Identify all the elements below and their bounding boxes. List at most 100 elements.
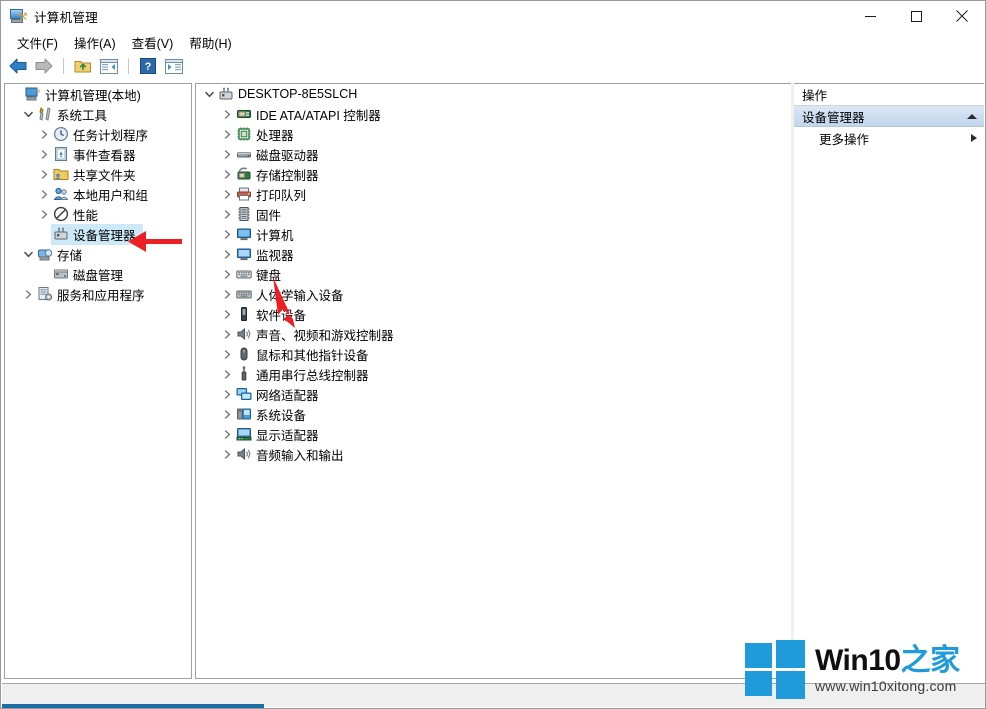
menu-bar: 文件(F) 操作(A) 查看(V) 帮助(H) [1, 31, 985, 53]
chevron-up-icon[interactable] [967, 113, 977, 119]
mouse-icon [235, 346, 253, 362]
actions-more-actions[interactable]: 更多操作 [794, 127, 984, 149]
device-category-usb-controller[interactable]: 通用串行总线控制器 [196, 364, 791, 384]
tree-item-event-viewer[interactable]: 事件查看器 [5, 144, 191, 164]
device-category-storage-controller[interactable]: 存储控制器 [196, 164, 791, 184]
computer-management-icon: ⚒ [10, 8, 28, 24]
chevron-right-icon[interactable] [220, 344, 235, 364]
device-category-mouse[interactable]: 鼠标和其他指针设备 [196, 344, 791, 364]
back-button[interactable] [6, 55, 30, 77]
tree-item-shared-folders[interactable]: 共享文件夹 [5, 164, 191, 184]
chevron-right-icon[interactable] [220, 184, 235, 204]
computer-management-icon [24, 86, 42, 102]
sound-video-game-icon [235, 326, 253, 342]
device-manager-pane[interactable]: DESKTOP-8E5SLCH IDE ATA/ATAPI 控制器 处理器 磁盘驱动器… [195, 83, 791, 679]
chevron-right-icon[interactable] [21, 284, 36, 304]
chevron-right-icon[interactable] [220, 124, 235, 144]
chevron-down-icon[interactable] [202, 84, 217, 104]
chevron-right-icon[interactable] [220, 444, 235, 464]
device-category-processor[interactable]: 处理器 [196, 124, 791, 144]
chevron-right-icon[interactable] [220, 204, 235, 224]
device-category-ide-controller[interactable]: IDE ATA/ATAPI 控制器 [196, 104, 791, 124]
device-category-software-device[interactable]: 软件设备 [196, 304, 791, 324]
chevron-right-icon[interactable] [37, 164, 52, 184]
disk-management-icon [52, 266, 70, 282]
more-actions-label: 更多操作 [819, 132, 870, 147]
local-users-groups-icon [52, 186, 70, 202]
tree-item-device-manager[interactable]: 设备管理器 [5, 223, 191, 245]
chevron-down-icon[interactable] [21, 104, 36, 124]
device-category-computer[interactable]: 计算机 [196, 224, 791, 244]
computer-node-icon [217, 86, 235, 102]
up-folder-button[interactable] [71, 55, 95, 77]
tree-item-system-tools[interactable]: 系统工具 [5, 104, 191, 124]
chevron-right-icon[interactable] [220, 284, 235, 304]
device-category-label: 软件设备 [256, 308, 307, 323]
device-category-sound-video-game[interactable]: 声音、视频和游戏控制器 [196, 324, 791, 344]
tree-item-local-users-groups[interactable]: 本地用户和组 [5, 184, 191, 204]
chevron-right-icon[interactable] [220, 264, 235, 284]
forward-arrow-icon [35, 58, 53, 74]
watermark-url: www.win10xitong.com [815, 677, 957, 694]
menu-view[interactable]: 查看(V) [124, 31, 182, 54]
computer-icon [235, 226, 253, 242]
chevron-right-icon[interactable] [971, 134, 977, 142]
device-category-audio-io[interactable]: 音频输入和输出 [196, 444, 791, 464]
chevron-right-icon[interactable] [220, 304, 235, 324]
window-controls [847, 1, 985, 31]
device-category-monitor[interactable]: 监视器 [196, 244, 791, 264]
show-pane-button[interactable] [97, 55, 121, 77]
chevron-right-icon[interactable] [220, 104, 235, 124]
tree-item-task-scheduler[interactable]: 任务计划程序 [5, 124, 191, 144]
menu-file[interactable]: 文件(F) [9, 31, 66, 54]
chevron-right-icon[interactable] [220, 384, 235, 404]
actions-header: 操作 [794, 84, 984, 106]
chevron-right-icon[interactable] [220, 144, 235, 164]
device-tree-root[interactable]: DESKTOP-8E5SLCH [196, 84, 791, 104]
maximize-button[interactable] [893, 1, 939, 31]
tree-item-storage[interactable]: 存储 [5, 244, 191, 264]
device-category-network-adapter[interactable]: 网络适配器 [196, 384, 791, 404]
minimize-button[interactable] [847, 1, 893, 31]
display-adapter-icon [235, 426, 253, 442]
chevron-right-icon[interactable] [37, 144, 52, 164]
actions-section-device-manager[interactable]: 设备管理器 [794, 106, 984, 127]
device-category-label: 固件 [256, 208, 282, 223]
chevron-down-icon[interactable] [21, 244, 36, 264]
close-button[interactable] [939, 1, 985, 31]
forward-button[interactable] [32, 55, 56, 77]
chevron-right-icon[interactable] [220, 244, 235, 264]
device-category-display-adapter[interactable]: 显示适配器 [196, 424, 791, 444]
device-category-disk-drive[interactable]: 磁盘驱动器 [196, 144, 791, 164]
chevron-right-icon[interactable] [37, 204, 52, 224]
device-category-firmware[interactable]: 固件 [196, 204, 791, 224]
tree-item-label: 计算机管理(本地) [45, 88, 141, 103]
console-tree-pane[interactable]: 计算机管理(本地) 系统工具 任务计划程序 事件查看器 共享文件夹 本地用户和组 性能 设备管… [4, 83, 192, 679]
tree-item-computer-management[interactable]: 计算机管理(本地) [5, 84, 191, 104]
chevron-right-icon[interactable] [37, 184, 52, 204]
tree-item-services-applications[interactable]: 服务和应用程序 [5, 284, 191, 304]
chevron-right-icon[interactable] [220, 224, 235, 244]
device-category-system-device[interactable]: 系统设备 [196, 404, 791, 424]
action-pane-button[interactable] [162, 55, 186, 77]
chevron-right-icon[interactable] [220, 324, 235, 344]
chevron-right-icon[interactable] [220, 164, 235, 184]
chevron-right-icon[interactable] [37, 124, 52, 144]
menu-action[interactable]: 操作(A) [66, 31, 124, 54]
menu-help[interactable]: 帮助(H) [181, 31, 239, 54]
chevron-right-icon[interactable] [220, 404, 235, 424]
expander-placeholder [37, 224, 52, 244]
chevron-right-icon[interactable] [220, 424, 235, 444]
device-category-hid[interactable]: 人体学输入设备 [196, 284, 791, 304]
device-category-print-queue[interactable]: 打印队列 [196, 184, 791, 204]
hid-icon [235, 286, 253, 302]
device-category-label: 人体学输入设备 [256, 288, 344, 303]
folder-up-icon [74, 61, 91, 73]
tree-item-performance[interactable]: 性能 [5, 204, 191, 224]
chevron-right-icon[interactable] [220, 364, 235, 384]
device-category-keyboard[interactable]: 键盘 [196, 264, 791, 284]
tree-item-disk-management[interactable]: 磁盘管理 [5, 264, 191, 284]
device-category-label: 监视器 [256, 248, 294, 263]
help-button[interactable]: ? [136, 55, 160, 77]
monitor-icon [235, 246, 253, 262]
